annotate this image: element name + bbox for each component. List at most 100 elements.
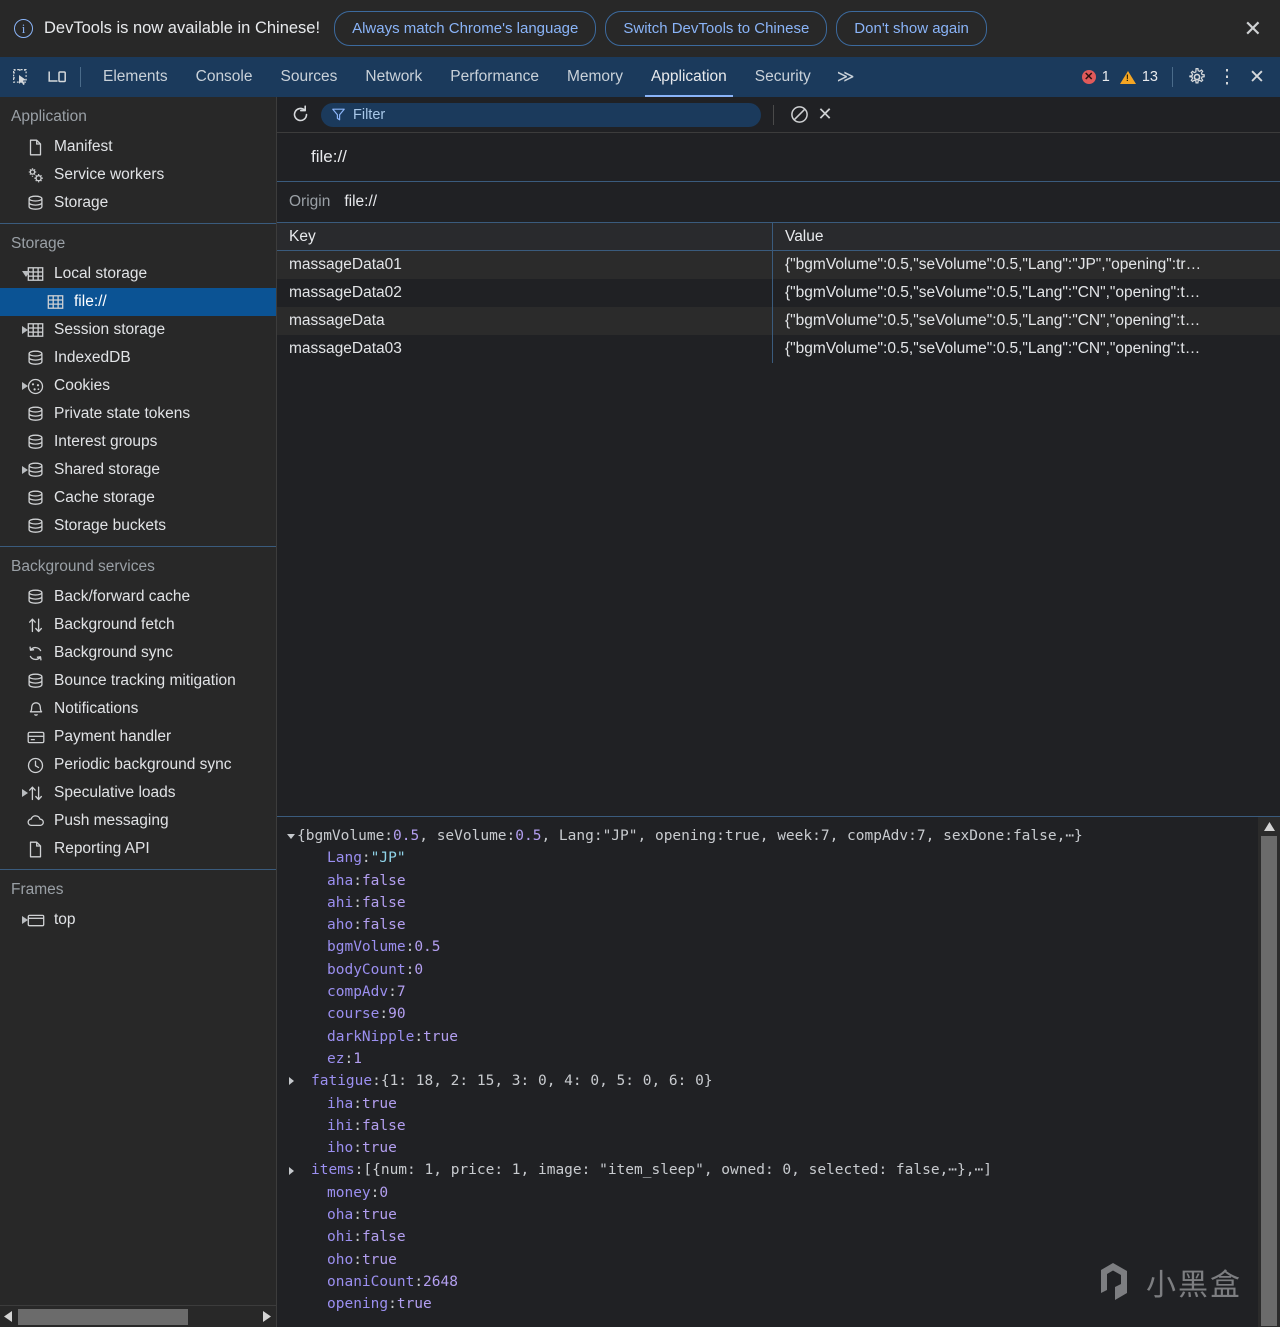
sidebar-horizontal-scrollbar[interactable] — [0, 1305, 276, 1327]
sidebar-item-cookies[interactable]: Cookies — [0, 372, 276, 400]
tab-memory[interactable]: Memory — [553, 57, 637, 97]
preview-token-num: 7 — [396, 984, 406, 1001]
table-cell-value[interactable]: {"bgmVolume":0.5,"seVolume":0.5,"Lang":"… — [773, 279, 1280, 307]
sidebar-item-label: Reporting API — [54, 840, 150, 857]
refresh-icon[interactable] — [287, 102, 313, 128]
tab-performance[interactable]: Performance — [436, 57, 553, 97]
scroll-left-icon[interactable] — [0, 1308, 17, 1326]
sidebar-item-back-forward-cache[interactable]: Back/forward cache — [0, 583, 276, 611]
toolbar-divider — [80, 67, 81, 87]
table-cell-value[interactable]: {"bgmVolume":0.5,"seVolume":0.5,"Lang":"… — [773, 335, 1280, 363]
more-tabs-icon[interactable]: ≫ — [825, 67, 867, 87]
database-icon — [26, 517, 45, 536]
column-header-key[interactable]: Key — [277, 223, 773, 250]
sidebar-item-reporting-api[interactable]: Reporting API — [0, 835, 276, 863]
table-row[interactable]: massageData {"bgmVolume":0.5,"seVolume":0… — [277, 307, 1280, 335]
sidebar-section-title: Application — [11, 108, 87, 125]
sidebar-item-background-sync[interactable]: Background sync — [0, 639, 276, 667]
chevron-right-icon[interactable] — [22, 789, 28, 797]
sidebar-section-storage: Storage Local storage file:// Session stora… — [0, 223, 276, 546]
sidebar-item-top[interactable]: top — [0, 906, 276, 934]
always-match-language-button[interactable]: Always match Chrome's language — [334, 11, 597, 46]
switch-to-chinese-button[interactable]: Switch DevTools to Chinese — [605, 11, 828, 46]
sidebar-item-local-storage[interactable]: Local storage — [0, 260, 276, 288]
tab-application[interactable]: Application — [637, 57, 741, 97]
tab-sources[interactable]: Sources — [267, 57, 352, 97]
sidebar-item-periodic-background-sync[interactable]: Periodic background sync — [0, 751, 276, 779]
sidebar-section-background-services: Background services Back/forward cache Bac… — [0, 546, 276, 869]
sidebar-item-interest-groups[interactable]: Interest groups — [0, 428, 276, 456]
filter-input[interactable]: Filter — [321, 102, 761, 127]
preview-token-bool: true — [396, 1296, 432, 1313]
table-cell-value[interactable]: {"bgmVolume":0.5,"seVolume":0.5,"Lang":"… — [773, 307, 1280, 335]
expand-toggle-right-icon[interactable] — [285, 1077, 297, 1086]
tab-console[interactable]: Console — [182, 57, 267, 97]
table-header: Key Value — [277, 223, 1280, 251]
table-cell-value[interactable]: {"bgmVolume":0.5,"seVolume":0.5,"Lang":"… — [773, 251, 1280, 279]
sidebar-item-notifications[interactable]: Notifications — [0, 695, 276, 723]
tab-elements[interactable]: Elements — [89, 57, 182, 97]
sidebar-item-label: IndexedDB — [54, 349, 131, 366]
tab-network[interactable]: Network — [351, 57, 436, 97]
preview-token-punct: : — [353, 917, 362, 934]
warning-count-badge[interactable]: 13 — [1115, 69, 1163, 85]
table-cell-key[interactable]: massageData01 — [277, 251, 773, 279]
chevron-right-icon[interactable] — [22, 326, 28, 334]
scrollbar-thumb[interactable] — [18, 1308, 188, 1325]
sidebar-item-storage-buckets[interactable]: Storage buckets — [0, 512, 276, 540]
sidebar-item-label: Periodic background sync — [54, 756, 232, 773]
preview-line: ahi: false — [285, 892, 1280, 914]
error-count-badge[interactable]: ✕ 1 — [1077, 69, 1115, 85]
preview-token-plain: "JP" — [602, 828, 638, 844]
sidebar-item-bounce-tracking-mitigation[interactable]: Bounce tracking mitigation — [0, 667, 276, 695]
delete-selected-icon[interactable]: ✕ — [812, 102, 838, 128]
expand-toggle-down-icon[interactable] — [285, 833, 297, 839]
sidebar-item-manifest[interactable]: Manifest — [0, 133, 276, 161]
chevron-down-icon[interactable] — [22, 271, 30, 277]
table-row[interactable]: massageData01 {"bgmVolume":0.5,"seVolume"… — [277, 251, 1280, 279]
sidebar-item-shared-storage[interactable]: Shared storage — [0, 456, 276, 484]
scroll-up-icon[interactable] — [1258, 817, 1280, 835]
preview-vertical-scrollbar[interactable] — [1258, 817, 1280, 1327]
table-row[interactable]: massageData02 {"bgmVolume":0.5,"seVolume"… — [277, 279, 1280, 307]
preview-token-num: 90 — [388, 1006, 406, 1023]
close-devtools-icon[interactable]: ✕ — [1242, 63, 1272, 91]
more-options-icon[interactable]: ⋮ — [1212, 63, 1242, 91]
table-row[interactable]: massageData03 {"bgmVolume":0.5,"seVolume"… — [277, 335, 1280, 363]
sidebar-item-session-storage[interactable]: Session storage — [0, 316, 276, 344]
origin-title-box: file:// — [277, 133, 1280, 182]
scroll-right-icon[interactable] — [259, 1308, 276, 1326]
sidebar-item-service-workers[interactable]: Service workers — [0, 161, 276, 189]
preview-scrollbar-thumb[interactable] — [1261, 836, 1277, 1326]
clear-storage-icon[interactable] — [786, 102, 812, 128]
sidebar-item-private-state-tokens[interactable]: Private state tokens — [0, 400, 276, 428]
chevron-right-icon[interactable] — [22, 916, 28, 924]
chevron-right-icon[interactable] — [22, 382, 28, 390]
gear-icon[interactable] — [1182, 63, 1212, 91]
sidebar-item-indexeddb[interactable]: IndexedDB — [0, 344, 276, 372]
table-cell-key[interactable]: massageData — [277, 307, 773, 335]
preview-line: ez: 1 — [285, 1048, 1280, 1070]
sidebar-item-push-messaging[interactable]: Push messaging — [0, 807, 276, 835]
preview-token-plain: true — [724, 828, 760, 844]
sidebar-item-storage[interactable]: Storage — [0, 189, 276, 217]
dont-show-again-button[interactable]: Don't show again — [836, 11, 987, 46]
sidebar-scroll-area[interactable]: Application Manifest Service workers Storag… — [0, 97, 276, 1305]
sidebar-item-file[interactable]: file:// — [0, 288, 276, 316]
inspect-element-icon[interactable] — [6, 63, 36, 91]
tab-security[interactable]: Security — [741, 57, 825, 97]
sidebar-item-cache-storage[interactable]: Cache storage — [0, 484, 276, 512]
expand-toggle-right-icon[interactable] — [285, 1166, 297, 1175]
preview-token-bool: true — [423, 1028, 458, 1045]
sidebar-item-speculative-loads[interactable]: Speculative loads — [0, 779, 276, 807]
sidebar-item-payment-handler[interactable]: Payment handler — [0, 723, 276, 751]
preview-token-key: ohi — [327, 1229, 354, 1246]
close-banner-icon[interactable]: ✕ — [1244, 17, 1262, 40]
column-header-value[interactable]: Value — [773, 223, 1280, 250]
device-toolbar-icon[interactable] — [42, 63, 72, 91]
table-cell-key[interactable]: massageData02 — [277, 279, 773, 307]
sidebar-item-background-fetch[interactable]: Background fetch — [0, 611, 276, 639]
chevron-right-icon[interactable] — [22, 466, 28, 474]
warning-icon — [1119, 70, 1136, 84]
table-cell-key[interactable]: massageData03 — [277, 335, 773, 363]
